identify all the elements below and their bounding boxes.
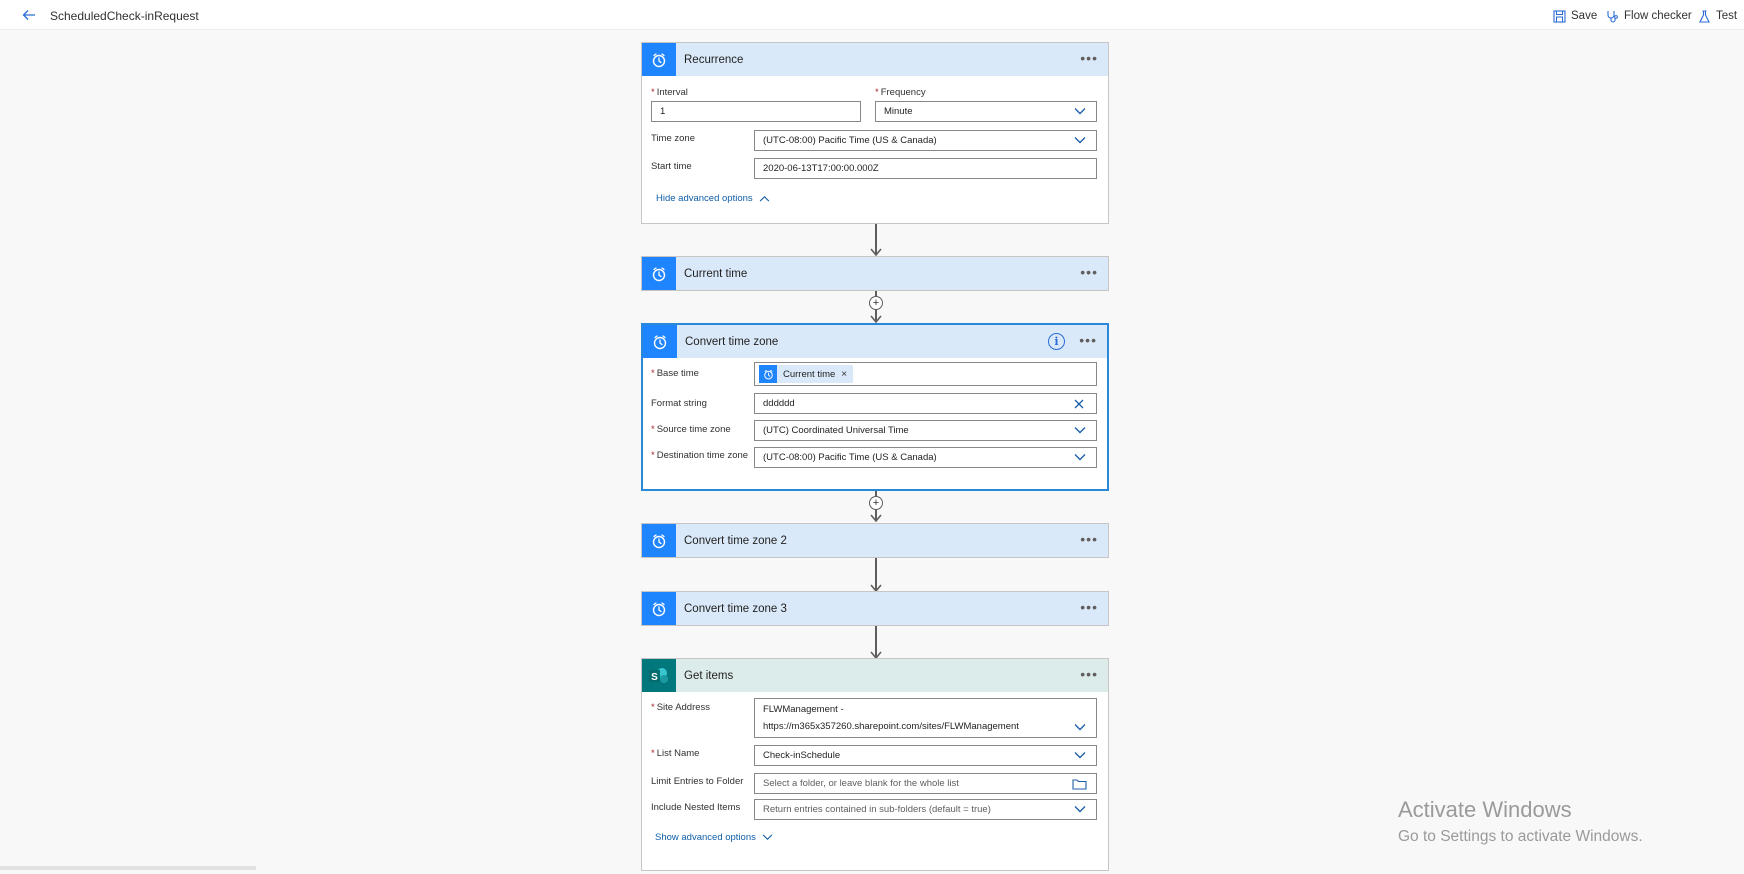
save-button[interactable]: Save	[1553, 8, 1597, 24]
info-icon[interactable]: i	[1048, 333, 1065, 350]
chevron-down-icon	[1074, 805, 1086, 814]
convert-time-zone-2-card[interactable]: Convert time zone 2 •••	[641, 523, 1109, 558]
save-icon	[1553, 9, 1566, 23]
chevron-down-icon	[1074, 107, 1086, 116]
recurrence-card: Recurrence ••• * Interval 1 * Frequency Mi…	[641, 42, 1109, 224]
current-time-header[interactable]: Current time •••	[642, 257, 1108, 290]
more-options-icon[interactable]: •••	[1080, 600, 1098, 614]
timezone-label: Time zone	[651, 133, 695, 144]
convert-time-zone-2-header[interactable]: Convert time zone 2 •••	[642, 524, 1108, 557]
clear-icon[interactable]	[1074, 399, 1084, 409]
card-title: Current time	[684, 267, 748, 280]
interval-label: * Interval	[651, 87, 688, 98]
more-options-icon[interactable]: •••	[1080, 51, 1098, 65]
activate-windows-watermark: Activate Windows Go to Settings to activ…	[1398, 797, 1643, 846]
watermark-title: Activate Windows	[1398, 797, 1572, 822]
chevron-down-icon	[1074, 453, 1086, 462]
current-time-token[interactable]: Current time ×	[759, 365, 854, 383]
clock-icon	[642, 524, 676, 557]
flow-checker-button[interactable]: Flow checker	[1606, 8, 1692, 24]
get-items-header[interactable]: S Get items •••	[642, 659, 1108, 692]
arrow-down-icon	[870, 315, 882, 323]
more-options-icon[interactable]: •••	[1080, 265, 1098, 279]
clock-icon	[642, 257, 676, 290]
start-time-input[interactable]: 2020-06-13T17:00:00.000Z	[754, 158, 1097, 179]
frequency-select[interactable]: Minute	[875, 101, 1097, 122]
watermark-subtitle: Go to Settings to activate Windows.	[1398, 828, 1643, 845]
chevron-down-icon	[1074, 723, 1086, 732]
get-items-card: S Get items ••• * Site Address FLWManagem…	[641, 658, 1109, 871]
more-options-icon[interactable]: •••	[1080, 532, 1098, 546]
clock-icon	[643, 325, 677, 358]
arrow-down-icon	[870, 514, 882, 522]
frequency-label: * Frequency	[875, 87, 926, 98]
chevron-down-icon	[1074, 136, 1086, 145]
list-name-label: * List Name	[651, 748, 700, 759]
folder-input[interactable]: Select a folder, or leave blank for the …	[754, 773, 1097, 794]
nested-items-label: Include Nested Items	[651, 802, 741, 813]
base-time-input[interactable]: Current time ×	[754, 362, 1097, 386]
save-label: Save	[1571, 10, 1598, 22]
svg-text:S: S	[651, 672, 658, 683]
folder-icon[interactable]	[1072, 779, 1087, 790]
site-address-select[interactable]: FLWManagement - https://m365x357260.shar…	[754, 698, 1097, 738]
convert-time-zone-card: Convert time zone i ••• * Base time Curre…	[641, 323, 1109, 491]
insert-step-button[interactable]: +	[869, 296, 883, 310]
folder-label: Limit Entries to Folder	[651, 776, 744, 787]
stethoscope-icon	[1607, 10, 1618, 23]
hide-advanced-options-link[interactable]: Hide advanced options	[656, 193, 770, 204]
flow-checker-label: Flow checker	[1624, 10, 1692, 22]
nested-items-select[interactable]: Return entries contained in sub-folders …	[754, 799, 1097, 820]
card-title: Get items	[684, 669, 734, 682]
format-string-label: Format string	[651, 398, 707, 409]
horizontal-scrollbar[interactable]	[0, 866, 256, 870]
arrow-down-icon	[870, 248, 882, 256]
format-string-input[interactable]: dddddd	[754, 393, 1097, 414]
test-button[interactable]: Test	[1698, 8, 1737, 24]
insert-step-button[interactable]: +	[869, 496, 883, 510]
interval-input[interactable]: 1	[651, 101, 861, 122]
chevron-down-icon	[1074, 751, 1086, 760]
convert-time-zone-header[interactable]: Convert time zone i •••	[643, 325, 1107, 358]
show-advanced-options-link[interactable]: Show advanced options	[655, 832, 773, 843]
card-title: Convert time zone	[685, 335, 779, 348]
site-address-label: * Site Address	[651, 702, 711, 713]
clock-icon	[642, 43, 676, 76]
clock-icon	[642, 592, 676, 625]
test-label: Test	[1716, 10, 1738, 22]
base-time-label: * Base time	[651, 368, 699, 379]
top-bar: ScheduledCheck-inRequest Save Flow check…	[0, 0, 1744, 30]
timezone-select[interactable]: (UTC-08:00) Pacific Time (US & Canada)	[754, 130, 1097, 151]
destination-time-zone-select[interactable]: (UTC-08:00) Pacific Time (US & Canada)	[754, 447, 1097, 468]
recurrence-header[interactable]: Recurrence •••	[642, 43, 1108, 76]
current-time-card[interactable]: Current time •••	[641, 256, 1109, 291]
destination-time-zone-label: * Destination time zone	[651, 450, 749, 461]
more-options-icon[interactable]: •••	[1079, 333, 1097, 347]
back-arrow-icon[interactable]	[22, 8, 36, 22]
sharepoint-icon: S	[642, 659, 676, 692]
flask-icon	[1699, 9, 1710, 23]
card-title: Recurrence	[684, 53, 744, 66]
more-options-icon[interactable]: •••	[1080, 667, 1098, 681]
clock-icon	[759, 365, 777, 383]
convert-time-zone-3-card[interactable]: Convert time zone 3 •••	[641, 591, 1109, 626]
flow-title: ScheduledCheck-inRequest	[50, 9, 199, 23]
card-title: Convert time zone 2	[684, 534, 787, 547]
list-name-select[interactable]: Check-inSchedule	[754, 745, 1097, 766]
chevron-up-icon	[759, 195, 769, 202]
card-title: Convert time zone 3	[684, 602, 787, 615]
remove-token-icon[interactable]: ×	[841, 369, 847, 380]
chevron-down-icon	[762, 834, 773, 841]
source-time-zone-label: * Source time zone	[651, 424, 731, 435]
chevron-down-icon	[1074, 426, 1086, 435]
convert-time-zone-3-header[interactable]: Convert time zone 3 •••	[642, 592, 1108, 625]
source-time-zone-select[interactable]: (UTC) Coordinated Universal Time	[754, 420, 1097, 441]
start-time-label: Start time	[651, 161, 692, 172]
